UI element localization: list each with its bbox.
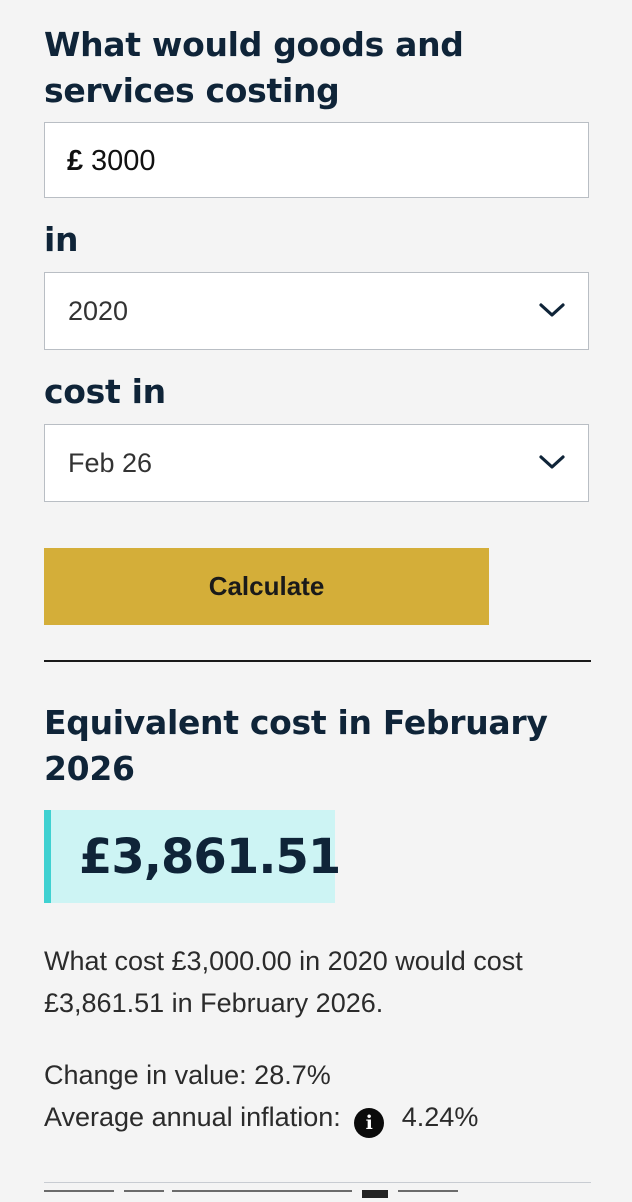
- to-date-select[interactable]: Feb 26: [44, 424, 589, 502]
- question-heading: What would goods and services costing: [44, 25, 464, 110]
- change-value: 28.7%: [254, 1060, 331, 1090]
- currency-symbol: £: [67, 145, 84, 177]
- inflation-label: Average annual inflation:: [44, 1102, 341, 1132]
- info-icon[interactable]: i: [354, 1108, 385, 1138]
- in-label: in: [44, 220, 79, 259]
- calculate-button[interactable]: Calculate: [44, 548, 489, 625]
- from-year-select[interactable]: 2020: [44, 272, 589, 350]
- to-date-value: Feb 26: [68, 448, 153, 478]
- change-in-value-row: Change in value: 28.7%: [44, 1054, 331, 1096]
- from-year-value: 2020: [68, 296, 129, 326]
- result-value: £3,861.51: [79, 829, 341, 885]
- bottom-divider: [44, 1182, 591, 1183]
- average-inflation-row: Average annual inflation: i 4.24%: [44, 1096, 478, 1138]
- result-value-box: £3,861.51: [44, 810, 341, 903]
- amount-input[interactable]: 3000: [91, 143, 156, 179]
- cost-in-label: cost in: [44, 372, 166, 411]
- cut-off-content: [44, 1190, 474, 1202]
- chevron-down-icon: [539, 303, 565, 317]
- change-label: Change in value:: [44, 1060, 247, 1090]
- inflation-value: 4.24%: [401, 1102, 479, 1132]
- section-divider: [44, 660, 591, 662]
- result-heading: Equivalent cost in February 2026: [44, 703, 548, 788]
- chevron-down-icon: [539, 455, 565, 469]
- amount-field[interactable]: £ 3000: [44, 122, 589, 198]
- result-summary: What cost £3,000.00 in 2020 would cost £…: [44, 946, 523, 1018]
